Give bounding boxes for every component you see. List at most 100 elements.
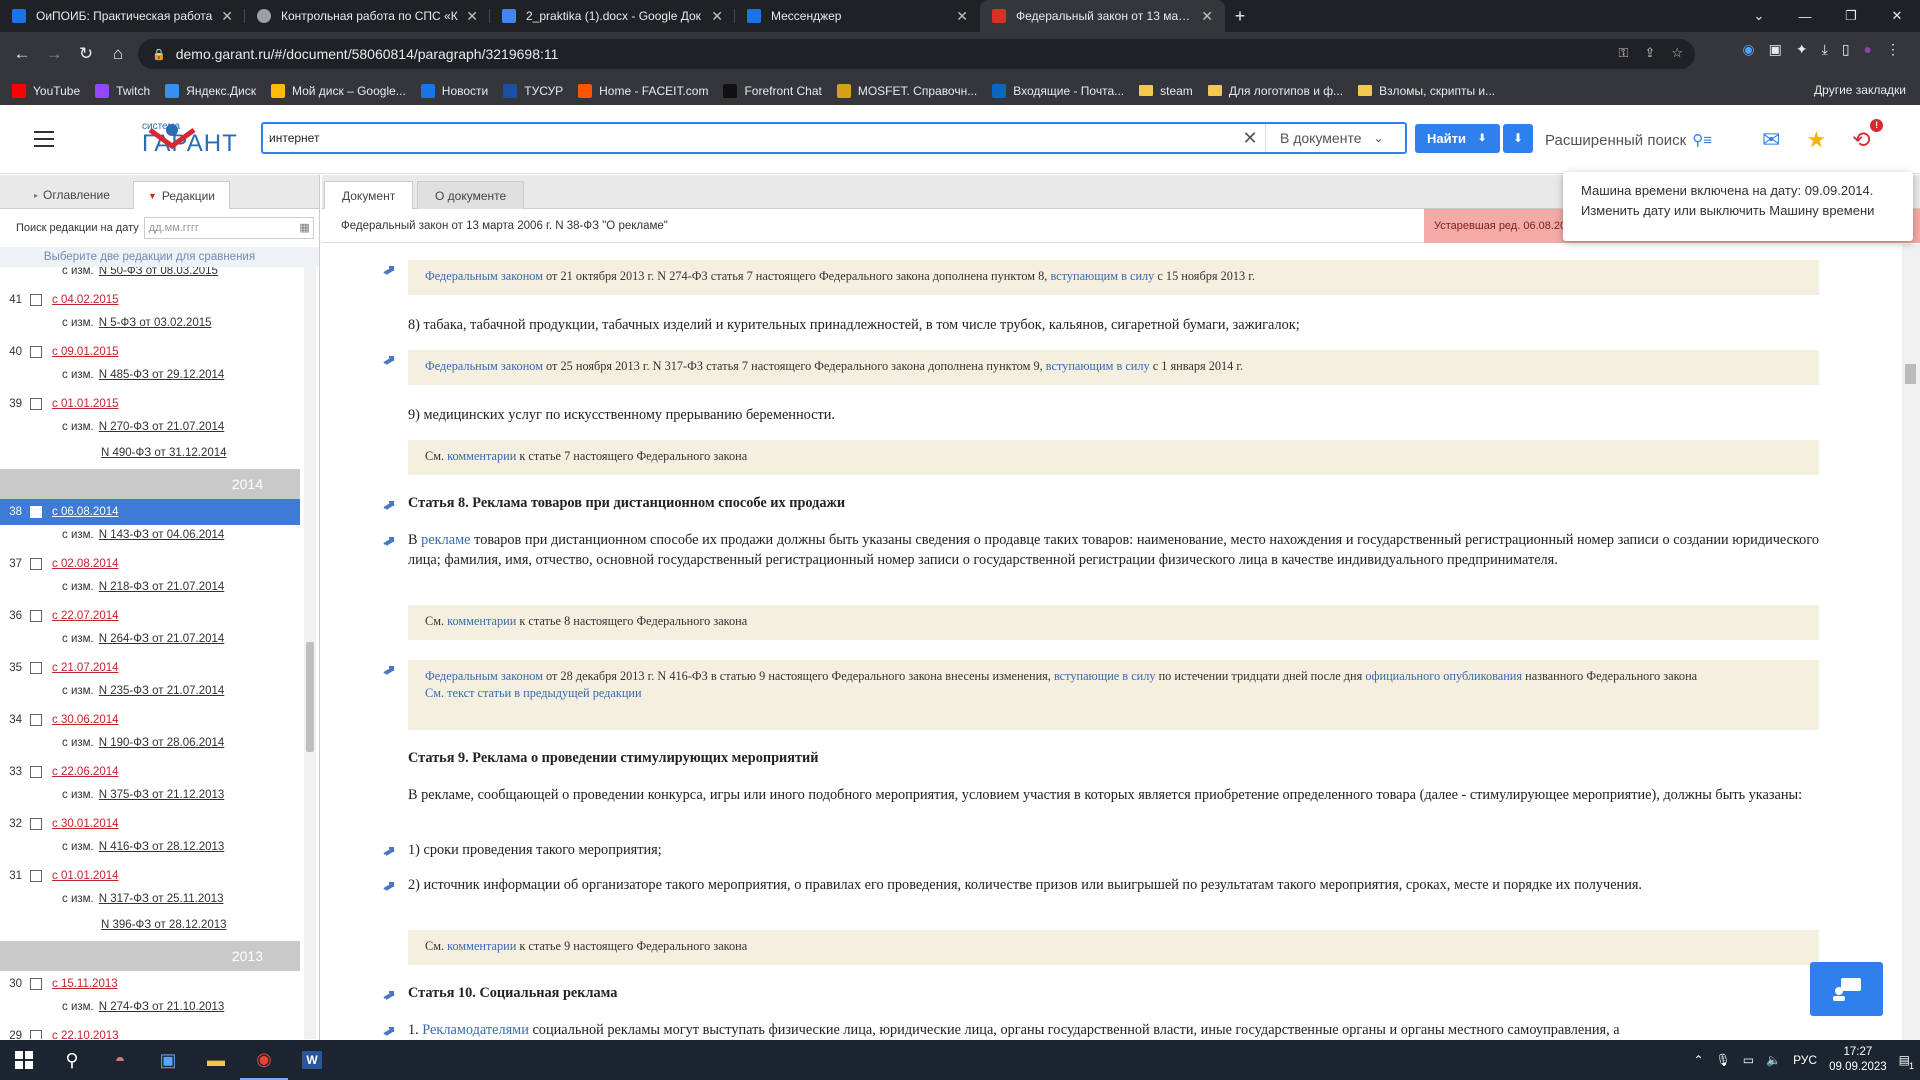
edition-date-link[interactable]: с 01.01.2015 [52, 398, 119, 410]
edition-date-link[interactable]: с 02.08.2014 [52, 558, 119, 570]
doc-link[interactable]: вступающим в силу [1050, 269, 1154, 283]
tab-document[interactable]: Документ [324, 181, 414, 209]
note-marker-icon[interactable] [382, 354, 398, 365]
clock[interactable]: 17:27 09.09.2023 [1829, 1045, 1887, 1075]
edition-date-link[interactable]: с 04.02.2015 [52, 294, 119, 306]
edition-date-link[interactable]: с 22.10.2013 [52, 1030, 119, 1039]
date-input[interactable]: дд.мм.гггг ▦ [143, 217, 314, 239]
reload-icon[interactable]: ↻ [70, 44, 102, 64]
bookmark-item[interactable]: Forefront Chat [723, 83, 822, 98]
article-marker-icon[interactable] [382, 989, 398, 1000]
change-law-link[interactable]: N 317-ФЗ от 25.11.2013 [99, 893, 224, 905]
file-explorer-icon[interactable]: ▬ [192, 1040, 240, 1080]
search-input[interactable]: интернет [263, 131, 1235, 145]
para-marker-icon[interactable] [382, 880, 398, 891]
bookmark-item[interactable]: Взломы, скрипты и... [1358, 84, 1495, 98]
edition-compare-checkbox[interactable] [30, 346, 42, 358]
edition-date-link[interactable]: с 06.08.2014 [52, 506, 119, 518]
forward-icon[interactable]: → [38, 44, 70, 64]
edition-row[interactable]: 38 с 06.08.2014 [0, 499, 300, 525]
bookmark-star-icon[interactable]: ☆ [1671, 45, 1683, 61]
bookmark-item[interactable]: Входящие - Почта... [992, 83, 1124, 98]
notifications-icon[interactable]: ▤ 1 [1899, 1053, 1914, 1071]
change-law-link[interactable]: N 396-ФЗ от 28.12.2013 [101, 919, 227, 931]
close-tab-icon[interactable]: ✕ [221, 8, 233, 25]
note-marker-icon[interactable] [382, 664, 398, 675]
share-icon[interactable]: ⇪ [1644, 45, 1655, 61]
edition-compare-checkbox[interactable] [30, 610, 42, 622]
garant-logo[interactable]: система ГАРАНТ [88, 122, 238, 156]
puzzle-icon[interactable]: ✦ [1796, 41, 1808, 58]
language-indicator[interactable]: РУС [1793, 1053, 1817, 1067]
close-window-icon[interactable]: ✕ [1874, 0, 1920, 32]
volume-icon[interactable]: 🔈 [1766, 1053, 1781, 1067]
bookmark-item[interactable]: MOSFET. Справочн... [836, 83, 977, 98]
bookmark-item[interactable]: Мой диск – Google... [270, 83, 406, 98]
tray-expand-icon[interactable]: ⌃ [1693, 1053, 1703, 1067]
edition-compare-checkbox[interactable] [30, 1030, 42, 1039]
edition-compare-checkbox[interactable] [30, 662, 42, 674]
edition-row[interactable]: 32 с 30.01.2014 [0, 811, 300, 837]
tab-editions[interactable]: ▼ Редакции [133, 181, 231, 209]
edition-row[interactable]: 39 с 01.01.2015 [0, 391, 300, 417]
edition-compare-checkbox[interactable] [30, 978, 42, 990]
close-tab-icon[interactable]: ✕ [956, 8, 968, 25]
close-tab-icon[interactable]: ✕ [466, 8, 478, 25]
minimize-icon[interactable]: — [1782, 0, 1828, 32]
home-icon[interactable]: ⌂ [102, 44, 134, 64]
calendar-icon[interactable]: ▦ [299, 221, 309, 234]
bookmark-item[interactable]: ТУСУР [503, 83, 563, 98]
doc-link[interactable]: Федеральным законом [425, 359, 543, 373]
download-icon[interactable]: ⤓ [1822, 41, 1828, 58]
browser-tab[interactable]: Контрольная работа по СПС «К ✕ [245, 0, 490, 32]
restore-icon[interactable]: ❐ [1828, 0, 1874, 32]
advanced-search-link[interactable]: Расширенный поиск ⚲≡ [1545, 131, 1712, 149]
doc-link[interactable]: комментарии [447, 614, 516, 628]
edition-row[interactable]: 40 с 09.01.2015 [0, 339, 300, 365]
doc-link[interactable]: вступающим в силу [1046, 359, 1150, 373]
para-marker-icon[interactable] [382, 845, 398, 856]
time-machine-tooltip[interactable]: Машина времени включена на дату: 09.09.2… [1563, 172, 1913, 241]
edition-row[interactable]: 37 с 02.08.2014 [0, 551, 300, 577]
doc-link[interactable]: комментарии [447, 939, 516, 953]
edition-row[interactable]: 29 с 22.10.2013 [0, 1023, 300, 1039]
tab-about-document[interactable]: О документе [417, 181, 525, 209]
find-button[interactable]: Найти ⬇ [1415, 124, 1500, 153]
change-law-link[interactable]: N 375-ФЗ от 21.12.2013 [99, 789, 225, 801]
edition-date-link[interactable]: с 22.06.2014 [52, 766, 119, 778]
address-bar[interactable]: 🔒 demo.garant.ru/#/document/58060814/par… [138, 39, 1695, 69]
clear-search-icon[interactable]: ✕ [1235, 128, 1265, 149]
edition-date-link[interactable]: с 15.11.2013 [52, 978, 118, 990]
doc-link[interactable]: вступающие в силу [1054, 669, 1156, 683]
article-marker-icon[interactable] [382, 499, 398, 510]
edition-date-link[interactable]: с 30.01.2014 [52, 818, 119, 830]
start-windows-icon[interactable] [0, 1040, 48, 1080]
edition-compare-checkbox[interactable] [30, 714, 42, 726]
chrome-icon[interactable]: ◉ [240, 1040, 288, 1080]
change-law-link[interactable]: N 143-ФЗ от 04.06.2014 [99, 529, 225, 541]
edition-date-link[interactable]: с 01.01.2014 [52, 870, 119, 882]
search-icon[interactable]: ⚲ [48, 1040, 96, 1080]
microphone-icon[interactable]: 🎙 [1716, 1053, 1731, 1067]
edition-compare-checkbox[interactable] [30, 818, 42, 830]
tab-toc[interactable]: ▸ Оглавление [20, 181, 124, 209]
doc-link[interactable]: официального опубликования [1365, 669, 1522, 683]
bookmark-item[interactable]: Home - FACEIT.com [578, 83, 708, 98]
note-marker-icon[interactable] [382, 264, 398, 275]
doc-link[interactable]: Федеральным законом [425, 669, 543, 683]
bookmark-item[interactable]: Новости [420, 83, 488, 98]
menu-kebab-icon[interactable]: ⋮ [1886, 41, 1900, 58]
lock-icon[interactable]: 🔒 [152, 48, 166, 61]
favorites-star-icon[interactable]: ★ [1806, 127, 1826, 153]
edition-compare-checkbox[interactable] [30, 294, 42, 306]
edition-row[interactable]: 41 с 04.02.2015 [0, 287, 300, 313]
doc-link[interactable]: Федеральным законом [425, 269, 543, 283]
browser-tab[interactable]: 2_praktika (1).docx - Google Док ✕ [490, 0, 735, 32]
app-icon[interactable]: ▣ [144, 1040, 192, 1080]
edition-row[interactable]: 35 с 21.07.2014 [0, 655, 300, 681]
edition-compare-checkbox[interactable] [30, 506, 42, 518]
change-law-link[interactable]: N 264-ФЗ от 21.07.2014 [99, 633, 225, 645]
previous-edition-link[interactable]: См. текст статьи в предыдущей редакции [425, 686, 642, 700]
app-icon[interactable]: ◓ [96, 1040, 144, 1080]
change-law-link[interactable]: N 270-ФЗ от 21.07.2014 [99, 421, 225, 433]
